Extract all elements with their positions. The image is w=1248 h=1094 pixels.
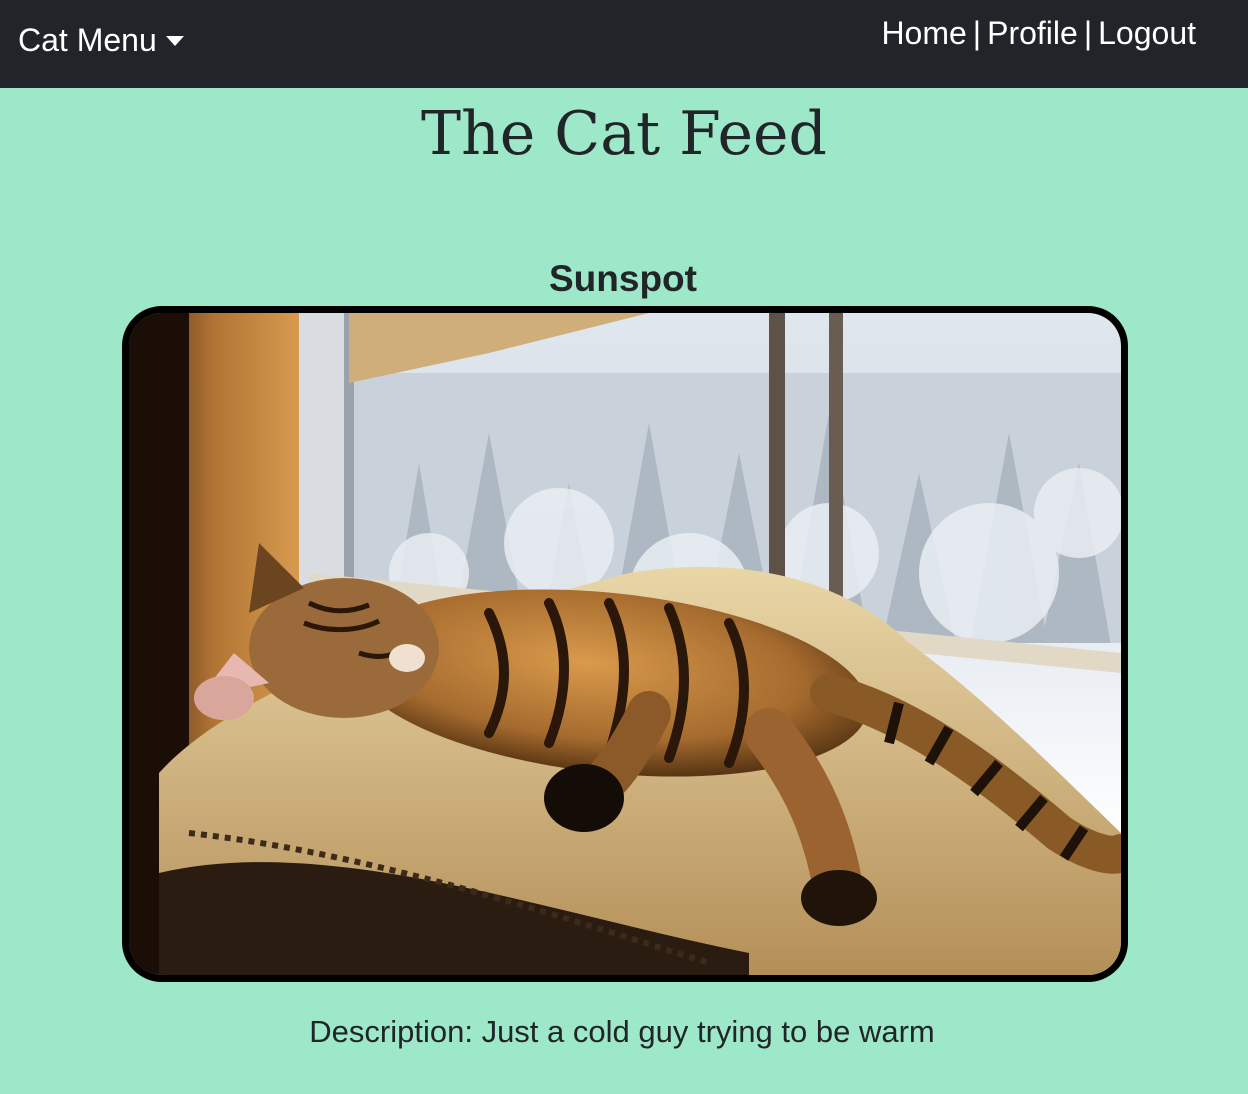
post-description: Description: Just a cold guy trying to b…	[309, 1014, 935, 1049]
nav-separator: |	[1083, 15, 1093, 51]
nav-separator: |	[972, 15, 982, 51]
cat-photo-image	[129, 313, 1121, 975]
caret-down-icon	[165, 36, 184, 46]
page-title: The Cat Feed	[421, 99, 827, 169]
cat-menu-dropdown[interactable]: Cat Menu	[18, 20, 184, 60]
cat-menu-label: Cat Menu	[18, 22, 157, 58]
logout-link[interactable]: Logout	[1098, 15, 1196, 51]
cat-photo	[122, 306, 1128, 982]
top-navbar: Cat Menu Home | Profile | Logout	[0, 0, 1248, 88]
post-title: Sunspot	[549, 258, 697, 299]
profile-link[interactable]: Profile	[987, 15, 1078, 51]
nav-links: Home | Profile | Logout	[881, 12, 1196, 54]
home-link[interactable]: Home	[881, 15, 966, 51]
